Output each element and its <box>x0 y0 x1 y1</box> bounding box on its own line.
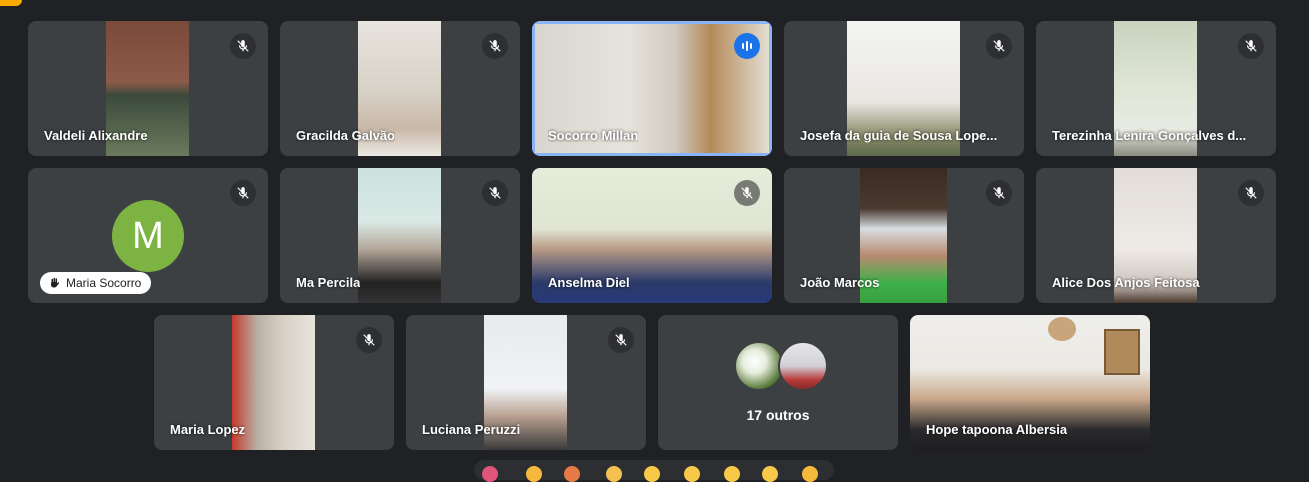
participant-name: Terezinha Lenira Gonçalves d... <box>1052 128 1247 143</box>
thumbs-down-reaction-icon[interactable] <box>802 466 818 482</box>
participant-tile-josefa[interactable]: Josefa da guia de Sousa Lope... <box>784 21 1024 156</box>
mic-off-icon <box>482 33 508 59</box>
participant-tile-socorro-millan[interactable]: Socorro Millan <box>532 21 772 156</box>
heart-reaction-icon[interactable] <box>482 466 498 482</box>
thumbs-up-reaction-icon[interactable] <box>526 466 542 482</box>
laugh-reaction-icon[interactable] <box>644 466 660 482</box>
participant-name: Maria Lopez <box>170 422 246 437</box>
raised-hand-chip: Maria Socorro <box>40 272 152 294</box>
participant-tile-valdeli[interactable]: Valdeli Alixandre <box>28 21 268 156</box>
participant-tile-maria-socorro[interactable]: M Maria Socorro <box>28 168 268 303</box>
participant-tile-alice[interactable]: Alice Dos Anjos Feitosa <box>1036 168 1276 303</box>
wall-picture <box>1104 329 1140 375</box>
participant-name: Maria Socorro <box>66 276 142 290</box>
avatar: M <box>112 200 184 272</box>
participant-tile-hope[interactable]: Hope tapoona Albersia <box>910 315 1150 450</box>
reactions-bar[interactable] <box>474 460 834 482</box>
participant-tile-ma-percila[interactable]: Ma Percila <box>280 168 520 303</box>
mic-off-icon <box>1238 180 1264 206</box>
surprised-reaction-icon[interactable] <box>684 466 700 482</box>
party-reaction-icon[interactable] <box>564 466 580 482</box>
mic-off-icon <box>482 180 508 206</box>
participant-tile-joao[interactable]: João Marcos <box>784 168 1024 303</box>
participant-name: Anselma Diel <box>548 275 630 290</box>
participant-name: Alice Dos Anjos Feitosa <box>1052 275 1200 290</box>
participant-name: Gracilda Galvão <box>296 128 395 143</box>
participant-tile-maria-lopez[interactable]: Maria Lopez <box>154 315 394 450</box>
participant-tile-terezinha[interactable]: Terezinha Lenira Gonçalves d... <box>1036 21 1276 156</box>
participant-name: Ma Percila <box>296 275 361 290</box>
participant-name: Hope tapoona Albersia <box>926 422 1068 437</box>
mic-off-icon <box>734 180 760 206</box>
avatar <box>734 341 784 391</box>
participant-name: Luciana Peruzzi <box>422 422 521 437</box>
participant-name: João Marcos <box>800 275 880 290</box>
avatar <box>778 341 828 391</box>
others-tile[interactable]: 17 outros <box>658 315 898 450</box>
thinking-reaction-icon[interactable] <box>762 466 778 482</box>
mic-off-icon <box>608 327 634 353</box>
notification-badge <box>0 0 22 6</box>
mic-off-icon <box>230 180 256 206</box>
audio-levels-icon <box>734 33 760 59</box>
mic-off-icon <box>986 33 1012 59</box>
mic-off-icon <box>356 327 382 353</box>
mic-off-icon <box>986 180 1012 206</box>
sad-reaction-icon[interactable] <box>724 466 740 482</box>
clap-reaction-icon[interactable] <box>606 466 622 482</box>
others-count-label: 17 outros <box>746 407 810 423</box>
hat-on-wall <box>1048 317 1076 341</box>
participant-name: Valdeli Alixandre <box>44 128 148 143</box>
mic-off-icon <box>230 33 256 59</box>
participant-name: Socorro Millan <box>548 128 639 143</box>
participant-video <box>358 168 441 303</box>
raised-hand-icon <box>51 277 60 288</box>
participant-tile-gracilda[interactable]: Gracilda Galvão <box>280 21 520 156</box>
participant-tile-anselma[interactable]: Anselma Diel <box>532 168 772 303</box>
mic-off-icon <box>1238 33 1264 59</box>
participant-tile-luciana[interactable]: Luciana Peruzzi <box>406 315 646 450</box>
others-avatars <box>734 341 828 391</box>
participant-name: Josefa da guia de Sousa Lope... <box>800 128 998 143</box>
